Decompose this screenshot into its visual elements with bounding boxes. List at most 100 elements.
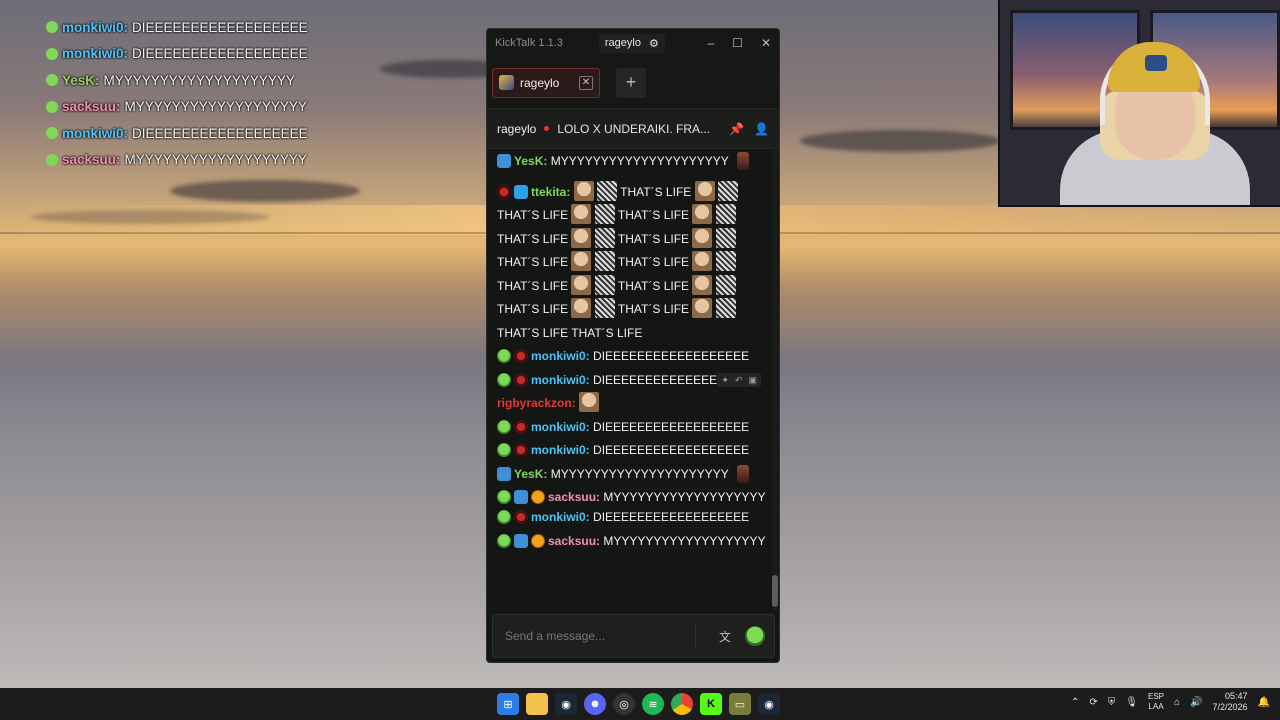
- chat-message[interactable]: ttekita: THAT´S LIFE THAT´S LIFE THAT´S …: [497, 178, 769, 346]
- chat-username[interactable]: ttekita:: [531, 185, 570, 199]
- cat-emote-icon[interactable]: [692, 204, 713, 224]
- shield-icon[interactable]: ⛨: [1108, 697, 1116, 708]
- chrome-icon[interactable]: [671, 693, 693, 715]
- microphone-icon[interactable]: 🎙: [1125, 697, 1138, 708]
- network-icon[interactable]: ⌂: [1174, 697, 1180, 708]
- pin-icon[interactable]: ✦: [721, 373, 729, 387]
- sync-icon[interactable]: ⟳: [1089, 697, 1097, 708]
- cat-emote-icon[interactable]: [573, 180, 594, 201]
- cat-emote-icon[interactable]: [571, 274, 592, 295]
- mouth-badge-icon[interactable]: [514, 349, 528, 363]
- cat-emote-icon[interactable]: [694, 180, 715, 201]
- mouth-badge-icon[interactable]: [514, 510, 528, 524]
- chat-message[interactable]: sacksuu: MYYYYYYYYYYYYYYYYYYY: [497, 530, 769, 550]
- scroll-emote-icon[interactable]: [597, 180, 618, 201]
- chat-username[interactable]: monkiwi0:: [531, 510, 590, 524]
- maximize-button[interactable]: ☐: [732, 36, 743, 50]
- chat-username[interactable]: YesK:: [514, 467, 547, 481]
- translate-icon[interactable]: 文: [714, 625, 736, 647]
- chevron-up-icon[interactable]: ⌃: [1071, 697, 1079, 708]
- smile-badge-icon[interactable]: [531, 490, 545, 504]
- steam-icon[interactable]: ◉: [758, 693, 780, 715]
- copy-icon[interactable]: ▣: [748, 373, 757, 387]
- chat-message[interactable]: sacksuu: MYYYYYYYYYYYYYYYYYYY: [497, 486, 769, 506]
- scroll-emote-icon[interactable]: [717, 180, 738, 201]
- alien-badge-icon[interactable]: [497, 490, 511, 504]
- user-menu[interactable]: rageylo ⚙: [598, 33, 665, 53]
- cat-emote-icon[interactable]: [692, 251, 713, 271]
- chat-username[interactable]: monkiwi0:: [531, 420, 590, 434]
- cat-emote-icon[interactable]: [571, 204, 592, 224]
- scroll-emote-icon[interactable]: [715, 227, 736, 248]
- scroll-emote-icon[interactable]: [715, 298, 736, 318]
- scroll-emote-icon[interactable]: [715, 251, 736, 271]
- cat-emote-icon[interactable]: [579, 392, 600, 412]
- hammer-badge-icon[interactable]: [497, 466, 511, 481]
- close-button[interactable]: ✕: [761, 36, 771, 50]
- close-tab-icon[interactable]: ✕: [579, 75, 593, 90]
- cube-badge-icon[interactable]: [514, 184, 528, 199]
- chat-message[interactable]: YesK: MYYYYYYYYYYYYYYYYYYYYY: [497, 150, 769, 174]
- alien-badge-icon[interactable]: [497, 443, 511, 457]
- chat-message[interactable]: YesK: MYYYYYYYYYYYYYYYYYYYYY: [497, 463, 769, 487]
- scroll-emote-icon[interactable]: [715, 204, 736, 224]
- alien-badge-icon[interactable]: [497, 419, 511, 434]
- minimize-button[interactable]: –: [707, 36, 714, 50]
- steam-icon[interactable]: ◉: [555, 693, 577, 715]
- alien-badge-icon[interactable]: [497, 372, 511, 387]
- chat-username[interactable]: monkiwi0:: [531, 349, 590, 363]
- obs-icon[interactable]: ◎: [613, 693, 635, 715]
- pin-icon[interactable]: 📌: [729, 122, 744, 136]
- cat-emote-icon[interactable]: [692, 298, 713, 318]
- alien-badge-icon[interactable]: [497, 533, 511, 548]
- smile-badge-icon[interactable]: [531, 533, 545, 548]
- title-bar[interactable]: KickTalk 1.1.3 rageylo ⚙ – ☐ ✕: [487, 29, 779, 57]
- scroll-emote-icon[interactable]: [594, 251, 615, 271]
- volume-icon[interactable]: 🔊: [1190, 697, 1202, 708]
- discord-icon[interactable]: ☻: [584, 693, 606, 715]
- cat-emote-icon[interactable]: [692, 274, 713, 295]
- mouth-badge-icon[interactable]: [514, 419, 528, 434]
- cat-emote-icon[interactable]: [571, 251, 592, 271]
- chat-username[interactable]: monkiwi0:: [531, 373, 590, 387]
- mini-emote-icon[interactable]: [736, 464, 749, 483]
- reply-icon[interactable]: ↶: [735, 373, 743, 387]
- chat-username[interactable]: sacksuu:: [548, 490, 600, 504]
- gear-icon[interactable]: ⚙: [649, 37, 659, 50]
- chat-username[interactable]: monkiwi0:: [531, 443, 590, 457]
- scroll-emote-icon[interactable]: [715, 274, 736, 295]
- mouth-badge-icon[interactable]: [514, 443, 528, 457]
- channel-name[interactable]: rageylo: [497, 122, 536, 136]
- chat-message[interactable]: monkiwi0: DIEEEEEEEEEEEEEEEEEE: [497, 416, 769, 440]
- file-explorer-icon[interactable]: [526, 693, 548, 715]
- scroll-emote-icon[interactable]: [594, 227, 615, 248]
- alien-badge-icon[interactable]: [497, 349, 511, 363]
- mouth-badge-icon[interactable]: [514, 372, 528, 387]
- chat-message[interactable]: monkiwi0: DIEEEEEEEEEEEEEEEEEE ✦ ↶ ▣: [497, 369, 769, 393]
- start-icon[interactable]: ⊞: [497, 693, 519, 715]
- chat-messages[interactable]: YesK: MYYYYYYYYYYYYYYYYYYYYY ttekita: THA…: [487, 150, 779, 610]
- notification-icon[interactable]: 🔔: [1258, 697, 1270, 708]
- alien-badge-icon[interactable]: [497, 510, 511, 524]
- chat-username[interactable]: YesK:: [514, 154, 547, 168]
- chat-message[interactable]: monkiwi0: DIEEEEEEEEEEEEEEEEEE: [497, 439, 769, 463]
- app-icon[interactable]: ▭: [729, 693, 751, 715]
- user-icon[interactable]: 👤: [754, 122, 769, 136]
- scrollbar-thumb[interactable]: [772, 575, 778, 607]
- kick-icon[interactable]: K: [700, 693, 722, 715]
- chat-username[interactable]: rigbyrackzon:: [497, 396, 576, 410]
- hammer-badge-icon[interactable]: [514, 490, 528, 504]
- emote-picker-icon[interactable]: [744, 625, 766, 647]
- chat-username[interactable]: sacksuu:: [548, 534, 600, 548]
- spotify-icon[interactable]: ≋: [642, 693, 664, 715]
- scroll-emote-icon[interactable]: [594, 204, 615, 224]
- mini-emote-icon[interactable]: [736, 152, 749, 170]
- message-input[interactable]: [505, 629, 685, 643]
- hammer-badge-icon[interactable]: [514, 533, 528, 548]
- add-tab-button[interactable]: +: [616, 67, 646, 98]
- cat-emote-icon[interactable]: [571, 298, 592, 318]
- scroll-emote-icon[interactable]: [594, 298, 615, 318]
- mouth-badge-icon[interactable]: [497, 184, 511, 199]
- scroll-emote-icon[interactable]: [594, 274, 615, 295]
- chat-message[interactable]: monkiwi0: DIEEEEEEEEEEEEEEEEEE: [497, 506, 769, 530]
